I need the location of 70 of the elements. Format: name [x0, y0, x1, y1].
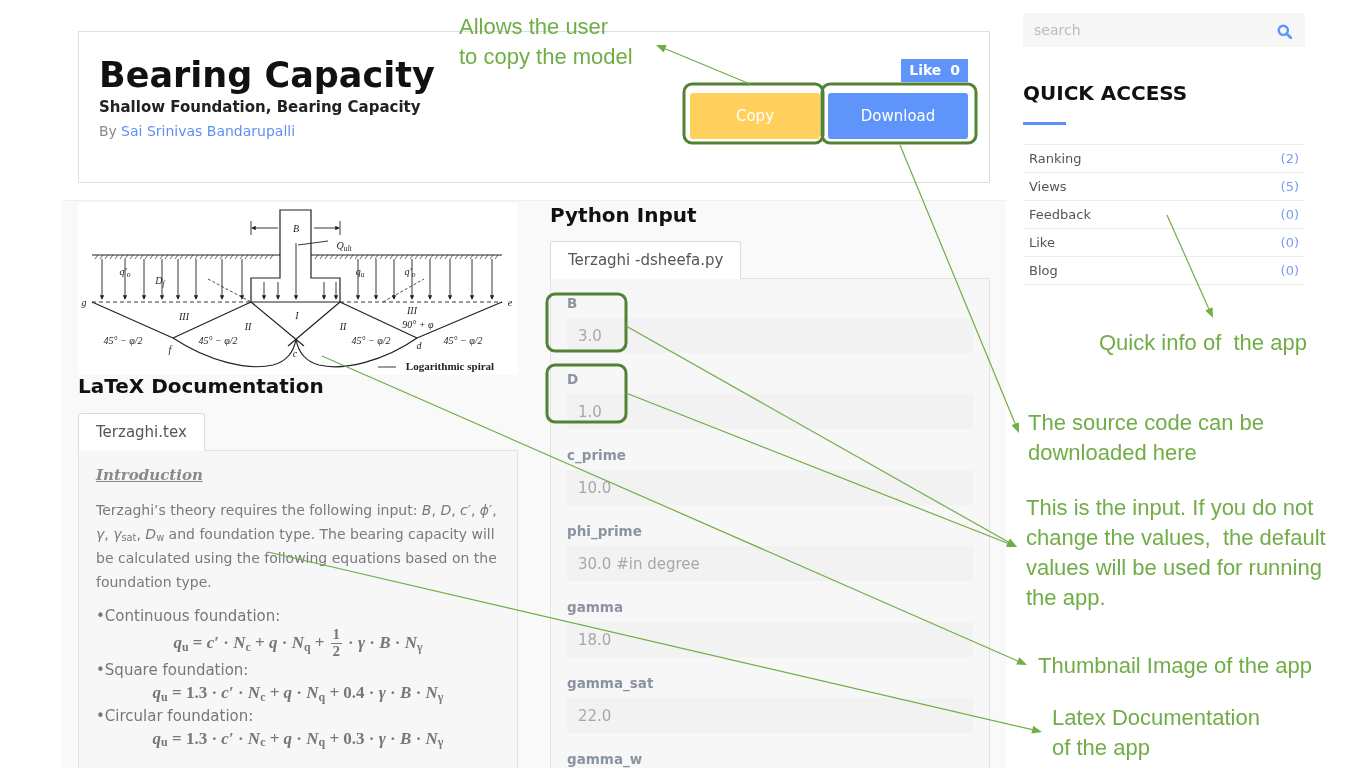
diagram-label: f: [168, 343, 172, 355]
field-label: gamma_w: [567, 750, 644, 768]
section-heading: QUICK ACCESS: [1023, 81, 1189, 105]
field-label: phi_prime: [567, 522, 643, 540]
item-count: (5): [1280, 177, 1299, 196]
diagram-label: 90° + φ: [402, 318, 434, 330]
quick-access-link[interactable]: Views: [1029, 176, 1067, 197]
subtitle: Shallow Foundation, Bearing Capacity: [99, 97, 422, 117]
input-field[interactable]: 10.0: [567, 470, 973, 505]
quick-access-link[interactable]: Ranking: [1029, 148, 1082, 169]
quick-access-link[interactable]: Blog: [1029, 260, 1058, 281]
section-heading: Python Input: [550, 203, 698, 227]
quick-access-link[interactable]: Feedback: [1029, 204, 1091, 225]
field-label: B: [567, 294, 579, 312]
diagram-label: q′$_{o}$: [119, 265, 131, 277]
field-label: c_prime: [567, 446, 627, 464]
input-field[interactable]: 22.0: [567, 698, 973, 733]
diagram-label: Q$_{ult}$: [336, 239, 352, 251]
search-field[interactable]: search: [1023, 13, 1305, 47]
callout-text: This is the input. If you do not change the values, the default values will be used for running the app.: [1026, 494, 1326, 612]
bullet-text: •Continuous foundation:: [96, 606, 282, 626]
item-count: (0): [1280, 261, 1299, 280]
file-tab[interactable]: Terzaghi.tex: [78, 413, 205, 451]
page-title: Bearing Capacity: [99, 54, 435, 96]
diagram-label: 45° − φ/2: [103, 334, 143, 346]
diagram-label: I: [295, 309, 299, 321]
diagram-label: 45° − φ/2: [351, 334, 391, 346]
diagram-label: e: [507, 296, 513, 308]
diagram-label: B: [292, 222, 300, 234]
diagram-label: Logarithmic spiral: [405, 360, 495, 372]
section-heading: LaTeX Documentation: [78, 375, 325, 397]
diagram-label: g: [81, 296, 87, 308]
input-field[interactable]: 1.0: [567, 394, 973, 429]
diagram-label: d: [416, 339, 422, 351]
fraction: 1 2: [330, 627, 342, 659]
input-field[interactable]: 18.0: [567, 622, 973, 657]
callout-text: Latex Documentation of the app: [1052, 704, 1260, 762]
math-expression: q$_{u}$ = 1.3 · c′ · N$_{c}$ + q · N$_{q}$ + 0.3 · γ · B · N$_{γ}$: [152, 727, 444, 751]
quick-access-link[interactable]: Like: [1029, 232, 1055, 253]
diagram-label: II: [244, 320, 252, 332]
callout-text: Thumbnail Image of the app: [1038, 652, 1312, 680]
diagram-label: 45° − φ/2: [443, 334, 483, 346]
bullet-text: •Circular foundation:: [96, 705, 255, 726]
diagram-label: III: [179, 310, 189, 322]
search-icon[interactable]: [1277, 24, 1292, 39]
diagram-label: q$_{u}$: [355, 265, 365, 277]
diagram-label: 45° − φ/2: [198, 334, 238, 346]
field-label: gamma: [567, 598, 625, 616]
diagram-label: III: [407, 304, 417, 316]
input-field[interactable]: 3.0: [567, 318, 973, 353]
diagram-label: q′$_{o}$: [404, 265, 416, 277]
bullet-text: •Square foundation:: [96, 660, 250, 680]
callout-text: Allows the user to copy the model: [459, 13, 633, 71]
file-tab[interactable]: Terzaghi -dsheefa.py: [550, 241, 742, 279]
callout-text: The source code can be downloaded here: [1028, 409, 1265, 467]
diagram-label: c: [292, 347, 298, 359]
math-expression: q$_{u}$ = 1.3 · c′ · N$_{c}$ + q · N$_{q}$ + 0.4 · γ · B · N$_{γ}$: [152, 682, 444, 706]
item-count: (0): [1280, 233, 1299, 252]
callout-text: Quick info of the app: [1099, 329, 1307, 357]
item-count: (0): [1280, 205, 1299, 224]
math-expression: · γ · B · N$_{γ}$: [348, 632, 423, 656]
document-heading: Introduction: [96, 465, 203, 486]
math-expression: q$_{u}$ = c′ · N$_{c}$ + q · N$_{q}$ +: [173, 632, 325, 656]
diagram-label: D$_{f}$: [155, 274, 165, 286]
byline-label: By: [99, 122, 117, 141]
diagram-label: II: [339, 320, 347, 332]
input-field[interactable]: 30.0 #in degree: [567, 546, 973, 581]
field-label: gamma_sat: [567, 674, 655, 692]
item-count: (2): [1280, 149, 1299, 168]
field-label: D: [567, 370, 580, 388]
